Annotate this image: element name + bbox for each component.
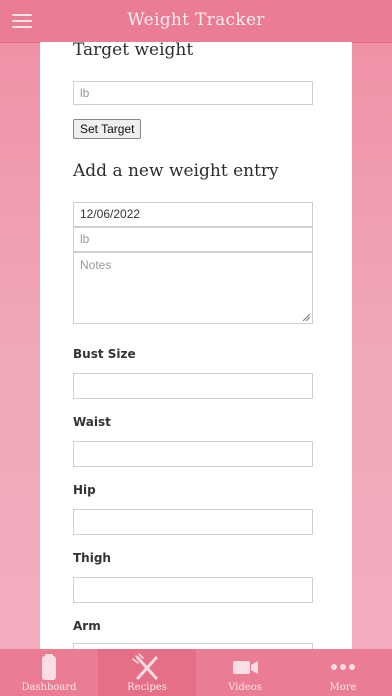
notes-textarea[interactable]: Notes [73, 252, 313, 324]
tab-dashboard[interactable]: Dashboard [0, 649, 98, 696]
app-title: Weight Tracker [127, 10, 265, 30]
bust-size-input[interactable] [73, 373, 313, 399]
tab-more[interactable]: More [294, 649, 392, 696]
top-app-bar: Weight Tracker [0, 0, 392, 43]
hip-label: Hip [73, 483, 96, 497]
tab-videos-label: Videos [228, 682, 262, 693]
date-input[interactable]: 12/06/2022 [73, 202, 313, 227]
bottom-navigation: Dashboard Recipes Videos More [0, 649, 392, 696]
target-weight-input[interactable]: lb [73, 81, 313, 105]
resize-grip-icon[interactable] [303, 314, 310, 321]
fork-knife-icon [132, 653, 158, 680]
weight-input[interactable]: lb [73, 227, 313, 252]
tab-recipes-label: Recipes [127, 682, 167, 693]
target-weight-heading: Target weight [73, 42, 194, 60]
tab-more-label: More [329, 682, 357, 693]
tab-dashboard-label: Dashboard [21, 682, 77, 693]
tab-recipes[interactable]: Recipes [98, 649, 196, 696]
tab-videos[interactable]: Videos [196, 649, 294, 696]
set-target-button[interactable]: Set Target [73, 119, 142, 139]
thigh-label: Thigh [73, 551, 111, 565]
form-card: Target weight lb Set Target Add a new we… [40, 42, 352, 649]
thigh-input[interactable] [73, 577, 313, 603]
bust-size-label: Bust Size [73, 347, 136, 361]
clipboard-icon [42, 654, 56, 680]
arm-label: Arm [73, 619, 101, 633]
notes-placeholder: Notes [80, 258, 112, 272]
waist-input[interactable] [73, 441, 313, 467]
new-entry-heading: Add a new weight entry [73, 161, 279, 181]
waist-label: Waist [73, 415, 111, 429]
hip-input[interactable] [73, 509, 313, 535]
video-camera-icon [233, 661, 258, 674]
more-dots-icon [331, 664, 355, 670]
